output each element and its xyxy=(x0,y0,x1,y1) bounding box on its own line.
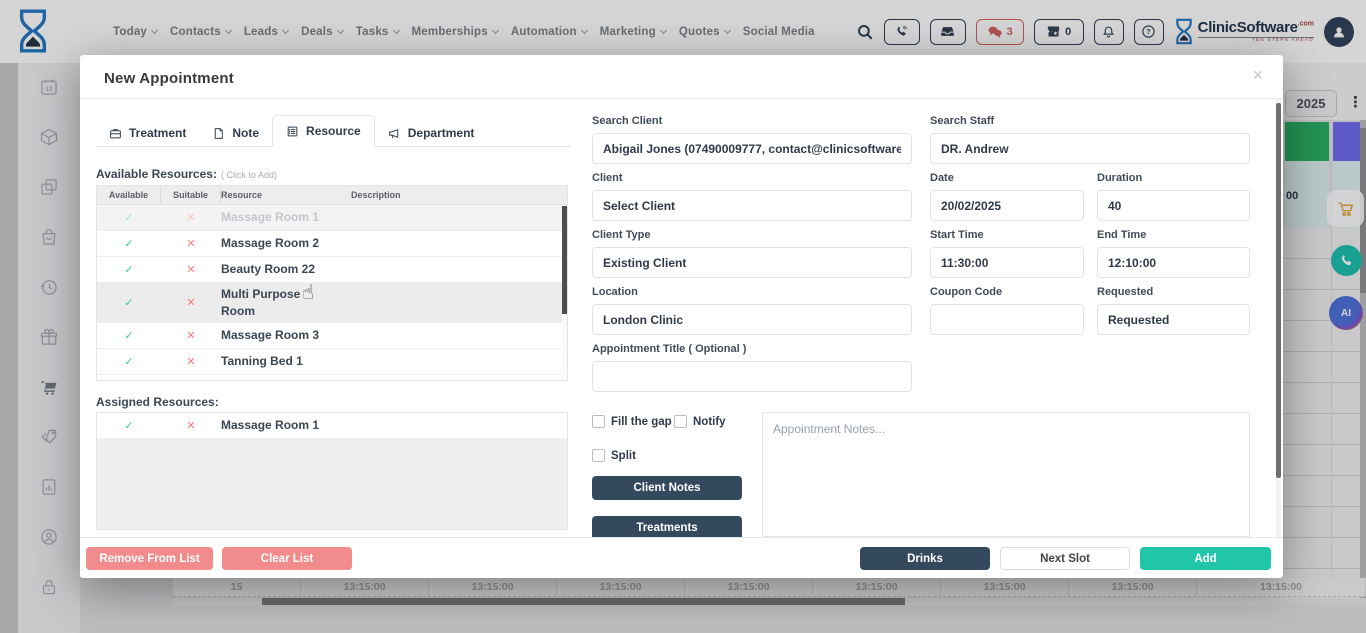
search-client-input[interactable] xyxy=(592,133,912,164)
briefcase-icon xyxy=(109,127,122,140)
fill-the-gap-checkbox-row[interactable]: Fill the gap xyxy=(592,415,672,428)
resource-row[interactable]: ✓ ✕ Beauty Room 22 xyxy=(97,257,567,283)
modal-title: New Appointment xyxy=(104,70,234,87)
requested-label: Requested xyxy=(1097,286,1250,298)
date-label: Date xyxy=(930,172,1084,184)
client-select[interactable] xyxy=(592,190,912,221)
tab-resource[interactable]: Resource xyxy=(272,115,375,147)
x-icon: ✕ xyxy=(161,355,221,368)
check-icon: ✓ xyxy=(97,329,161,342)
client-label: Client xyxy=(592,172,912,184)
split-checkbox-row[interactable]: Split xyxy=(592,449,636,462)
resource-row[interactable]: ✓ ✕ Massage Room 3 xyxy=(97,323,567,349)
note-icon xyxy=(212,127,225,140)
appointment-notes-textarea[interactable] xyxy=(762,412,1250,537)
list-icon xyxy=(286,125,299,138)
divider xyxy=(80,98,1283,99)
duration-input[interactable] xyxy=(1097,190,1250,221)
table-header-row: Available Suitable Resource Description xyxy=(97,186,567,205)
resource-row[interactable]: ✓ ✕ Tanning Bed 1 xyxy=(97,349,567,375)
search-client-label: Search Client xyxy=(592,115,912,127)
check-icon: ✓ xyxy=(97,355,161,368)
assigned-resources-heading: Assigned Resources: xyxy=(96,395,219,409)
resource-row-hovered[interactable]: ✓ ✕ Multi Purpose Room xyxy=(97,283,567,323)
click-to-add-hint: ( Click to Add) xyxy=(221,170,277,180)
start-time-input[interactable] xyxy=(930,247,1084,278)
coupon-code-label: Coupon Code xyxy=(930,286,1084,298)
table-scrollbar-thumb[interactable] xyxy=(562,206,567,314)
fill-the-gap-checkbox[interactable] xyxy=(592,415,605,428)
search-staff-label: Search Staff xyxy=(930,115,1250,127)
modal-footer: Remove From List Clear List Drinks Next … xyxy=(80,537,1283,578)
x-icon: ✕ xyxy=(161,329,221,342)
appointment-title-label: Appointment Title ( Optional ) xyxy=(592,343,912,355)
client-type-label: Client Type xyxy=(592,229,912,241)
end-time-input[interactable] xyxy=(1097,247,1250,278)
tab-note[interactable]: Note xyxy=(199,118,272,147)
assigned-resource-row[interactable]: ✓ ✕ Massage Room 1 xyxy=(97,413,567,439)
search-staff-input[interactable] xyxy=(930,133,1250,164)
location-label: Location xyxy=(592,286,912,298)
date-input[interactable] xyxy=(930,190,1084,221)
available-resources-heading: Available Resources:( Click to Add) xyxy=(96,167,277,181)
available-resources-table: Available Suitable Resource Description … xyxy=(96,185,568,381)
client-type-select[interactable] xyxy=(592,247,912,278)
split-checkbox[interactable] xyxy=(592,449,605,462)
duration-label: Duration xyxy=(1097,172,1250,184)
appointment-title-input[interactable] xyxy=(592,361,912,392)
x-icon: ✕ xyxy=(161,237,221,250)
resource-row[interactable]: ✓ ✕ Massage Room 1 xyxy=(97,205,567,231)
cursor-hand-icon: ☝ xyxy=(302,280,314,304)
check-icon: ✓ xyxy=(97,263,161,276)
client-notes-button[interactable]: Client Notes xyxy=(592,476,742,500)
modal-scrollbar-thumb[interactable] xyxy=(1276,103,1281,478)
drinks-button[interactable]: Drinks xyxy=(860,547,990,570)
check-icon: ✓ xyxy=(97,211,161,224)
x-icon: ✕ xyxy=(161,211,221,224)
check-icon: ✓ xyxy=(97,296,161,309)
modal-tabs: Treatment Note Resource Department xyxy=(96,116,570,147)
x-icon: ✕ xyxy=(161,419,221,432)
add-button[interactable]: Add xyxy=(1140,547,1271,570)
start-time-label: Start Time xyxy=(930,229,1084,241)
check-icon: ✓ xyxy=(97,419,161,432)
tab-department[interactable]: Department xyxy=(375,118,488,147)
tab-treatment[interactable]: Treatment xyxy=(96,118,199,147)
x-icon: ✕ xyxy=(161,296,221,309)
clear-list-button[interactable]: Clear List xyxy=(222,547,352,570)
end-time-label: End Time xyxy=(1097,229,1250,241)
close-icon[interactable]: × xyxy=(1252,65,1263,86)
megaphone-icon xyxy=(388,127,401,140)
requested-select[interactable] xyxy=(1097,304,1250,335)
assigned-resources-table: ✓ ✕ Massage Room 1 xyxy=(96,412,568,530)
next-slot-button[interactable]: Next Slot xyxy=(1000,547,1130,570)
coupon-code-input[interactable] xyxy=(930,304,1084,335)
notify-checkbox-row[interactable]: Notify xyxy=(674,415,726,428)
resource-row[interactable]: ✓ ✕ Massage Room 2 xyxy=(97,231,567,257)
new-appointment-modal: New Appointment × Treatment Note Resourc… xyxy=(80,55,1283,578)
location-select[interactable] xyxy=(592,304,912,335)
x-icon: ✕ xyxy=(161,263,221,276)
notify-checkbox[interactable] xyxy=(674,415,687,428)
remove-from-list-button[interactable]: Remove From List xyxy=(86,547,213,570)
check-icon: ✓ xyxy=(97,237,161,250)
